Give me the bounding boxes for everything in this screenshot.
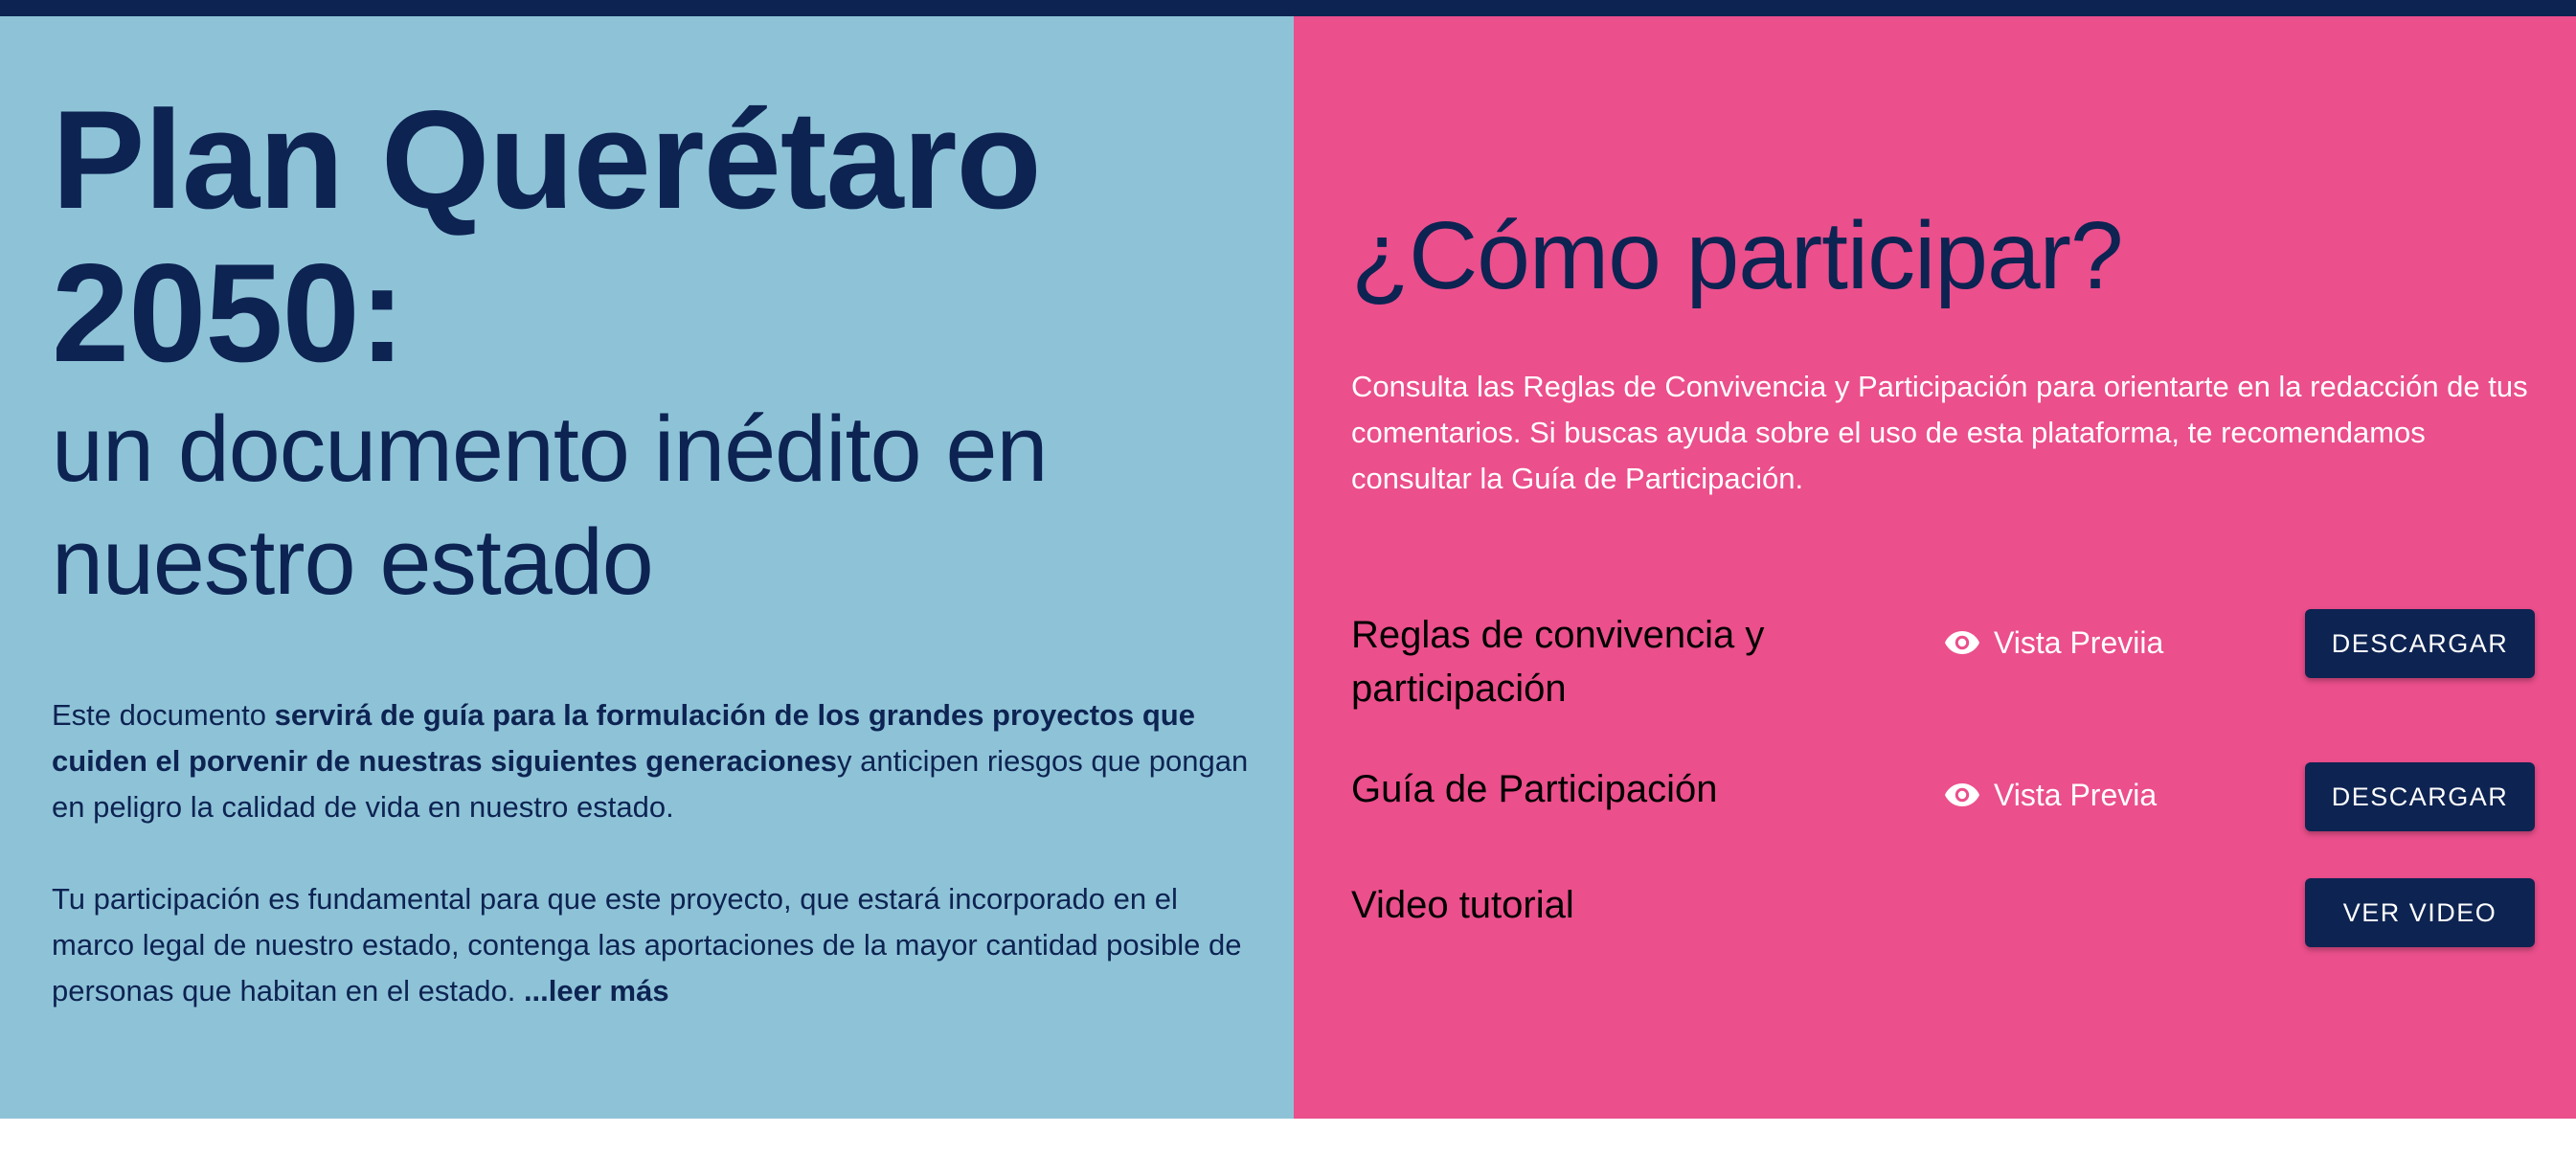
- eye-icon: [1944, 630, 1980, 655]
- intro-panel: Plan Querétaro 2050: un documento inédit…: [0, 16, 1294, 1119]
- section-description: Consulta las Reglas de Convivencia y Par…: [1351, 370, 2528, 495]
- participation-paragraph: Tu participación es fundamental para que…: [52, 876, 1249, 1014]
- how-to-participate-panel: ¿Cómo participar? Consulta las Reglas de…: [1294, 16, 2576, 1119]
- rules-preview-link[interactable]: Vista Previia: [1944, 619, 2163, 667]
- page-subtitle: un documento inédito en nuestro estado: [52, 396, 1048, 614]
- intro-paragraph-prefix: Este documento: [52, 698, 275, 732]
- section-title: ¿Cómo participar?: [1351, 202, 2124, 309]
- guide-preview-link[interactable]: Vista Previa: [1944, 771, 2157, 819]
- guide-label: Guía de Participación: [1351, 768, 1718, 810]
- watch-video-button[interactable]: VER VIDEO: [2305, 878, 2535, 947]
- intro-paragraph: Este documento servirá de guía para la f…: [52, 692, 1249, 830]
- guide-download-button[interactable]: DESCARGAR: [2305, 762, 2535, 831]
- eye-icon: [1944, 782, 1980, 807]
- video-tutorial-label: Video tutorial: [1351, 884, 1574, 926]
- top-accent-bar: [0, 0, 2576, 16]
- page-footer-gap: [0, 1119, 2576, 1155]
- guide-preview-label: Vista Previa: [1994, 777, 2158, 812]
- rules-preview-label: Vista Previia: [1994, 624, 2164, 660]
- rules-download-button[interactable]: DESCARGAR: [2305, 609, 2535, 678]
- rules-label: Reglas de convivencia y participación: [1351, 614, 1765, 710]
- page-title: Plan Querétaro 2050:: [52, 81, 1042, 391]
- read-more-link[interactable]: ...leer más: [524, 974, 669, 1008]
